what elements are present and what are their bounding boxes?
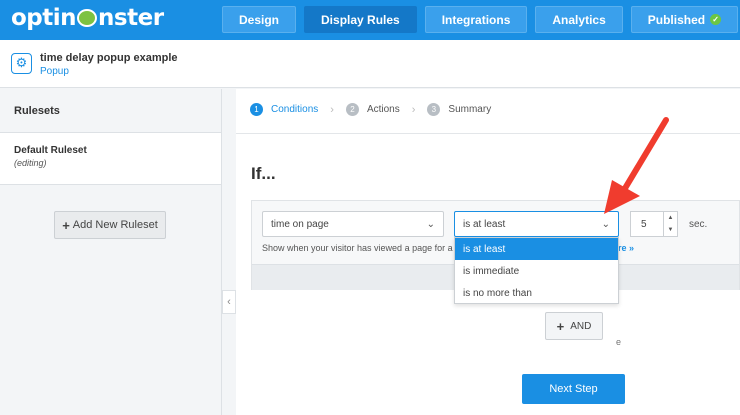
main-panel: 1 Conditions › 2 Actions › 3 Summary If.… <box>236 89 740 415</box>
tab-integrations-label: Integrations <box>441 12 511 27</box>
campaign-title: time delay popup example <box>40 52 178 64</box>
seconds-stepper[interactable]: ▲ ▼ <box>664 211 678 237</box>
tab-published-label: Published <box>647 12 706 27</box>
operator-dropdown-menu: is at least is immediate is no more than <box>454 237 619 304</box>
chevron-right-icon: › <box>330 103 334 116</box>
add-new-ruleset-button[interactable]: + Add New Ruleset <box>54 211 166 239</box>
ruleset-status: (editing) <box>14 158 47 168</box>
learn-more-link[interactable]: re » <box>618 243 634 253</box>
tab-published[interactable]: Published ✓ <box>630 6 739 33</box>
stepper-down-icon[interactable]: ▼ <box>668 227 674 233</box>
step-conditions[interactable]: Conditions <box>271 104 318 115</box>
gear-icon[interactable]: ⚙ <box>11 53 32 74</box>
main-tabs: Design Display Rules Integrations Analyt… <box>222 6 739 33</box>
footer-hidden-text: e <box>616 337 622 347</box>
tab-design[interactable]: Design <box>222 6 297 33</box>
plus-icon: + <box>556 318 565 334</box>
tab-analytics-label: Analytics <box>552 12 606 27</box>
top-nav-bar: optin nster Design Display Rules Integrat… <box>0 0 740 40</box>
step-1-number: 1 <box>250 103 263 116</box>
campaign-type: Popup <box>40 66 69 77</box>
tab-analytics[interactable]: Analytics <box>535 6 623 33</box>
rulesets-sidebar: Rulesets Default Ruleset (editing) + Add … <box>0 89 222 415</box>
campaign-bar: ⚙ time delay popup example Popup <box>0 40 740 88</box>
dropdown-option-is-no-more-than[interactable]: is no more than <box>455 282 618 304</box>
and-button[interactable]: + AND <box>545 312 603 340</box>
step-progress: 1 Conditions › 2 Actions › 3 Summary <box>250 103 491 116</box>
chevron-down-icon: ⌄ <box>426 218 435 230</box>
stepper-up-icon[interactable]: ▲ <box>668 215 674 221</box>
operator-value: is at least <box>463 218 506 230</box>
chevron-right-icon: › <box>411 103 416 116</box>
collapse-sidebar-button[interactable]: ‹ <box>222 290 236 314</box>
condition-value: time on page <box>271 218 329 230</box>
step-summary[interactable]: Summary <box>448 104 491 115</box>
dropdown-option-is-at-least[interactable]: is at least <box>455 238 618 260</box>
step-3-number: 3 <box>427 103 441 116</box>
tab-design-label: Design <box>239 12 280 27</box>
dropdown-option-is-immediate[interactable]: is immediate <box>455 260 618 282</box>
check-icon: ✓ <box>710 14 722 25</box>
sidebar-heading: Rulesets <box>0 89 221 133</box>
and-label: AND <box>570 320 592 332</box>
seconds-input[interactable]: 5 <box>630 211 664 237</box>
operator-select[interactable]: is at least ⌄ <box>454 211 619 237</box>
ruleset-name: Default Ruleset <box>14 145 87 156</box>
ruleset-item-default[interactable]: Default Ruleset (editing) <box>0 133 221 185</box>
tab-display-rules[interactable]: Display Rules <box>304 6 417 33</box>
condition-select[interactable]: time on page ⌄ <box>262 211 444 237</box>
add-new-ruleset-label: Add New Ruleset <box>72 219 158 231</box>
step-2-number: 2 <box>345 103 359 116</box>
plus-icon: + <box>62 217 70 233</box>
unit-label: sec. <box>689 219 708 230</box>
tab-integrations[interactable]: Integrations <box>424 6 528 33</box>
divider <box>236 133 740 134</box>
tab-display-rules-label: Display Rules <box>321 12 400 27</box>
step-actions[interactable]: Actions <box>367 104 400 115</box>
rule-helper-text: Show when your visitor has viewed a page… <box>262 243 465 253</box>
if-heading: If... <box>251 164 276 183</box>
chevron-left-icon: ‹ <box>227 296 231 308</box>
monster-icon <box>77 9 98 27</box>
optinmonster-logo[interactable]: optin nster <box>11 5 164 31</box>
next-step-button[interactable]: Next Step <box>522 374 625 404</box>
chevron-down-icon: ⌄ <box>601 218 610 230</box>
